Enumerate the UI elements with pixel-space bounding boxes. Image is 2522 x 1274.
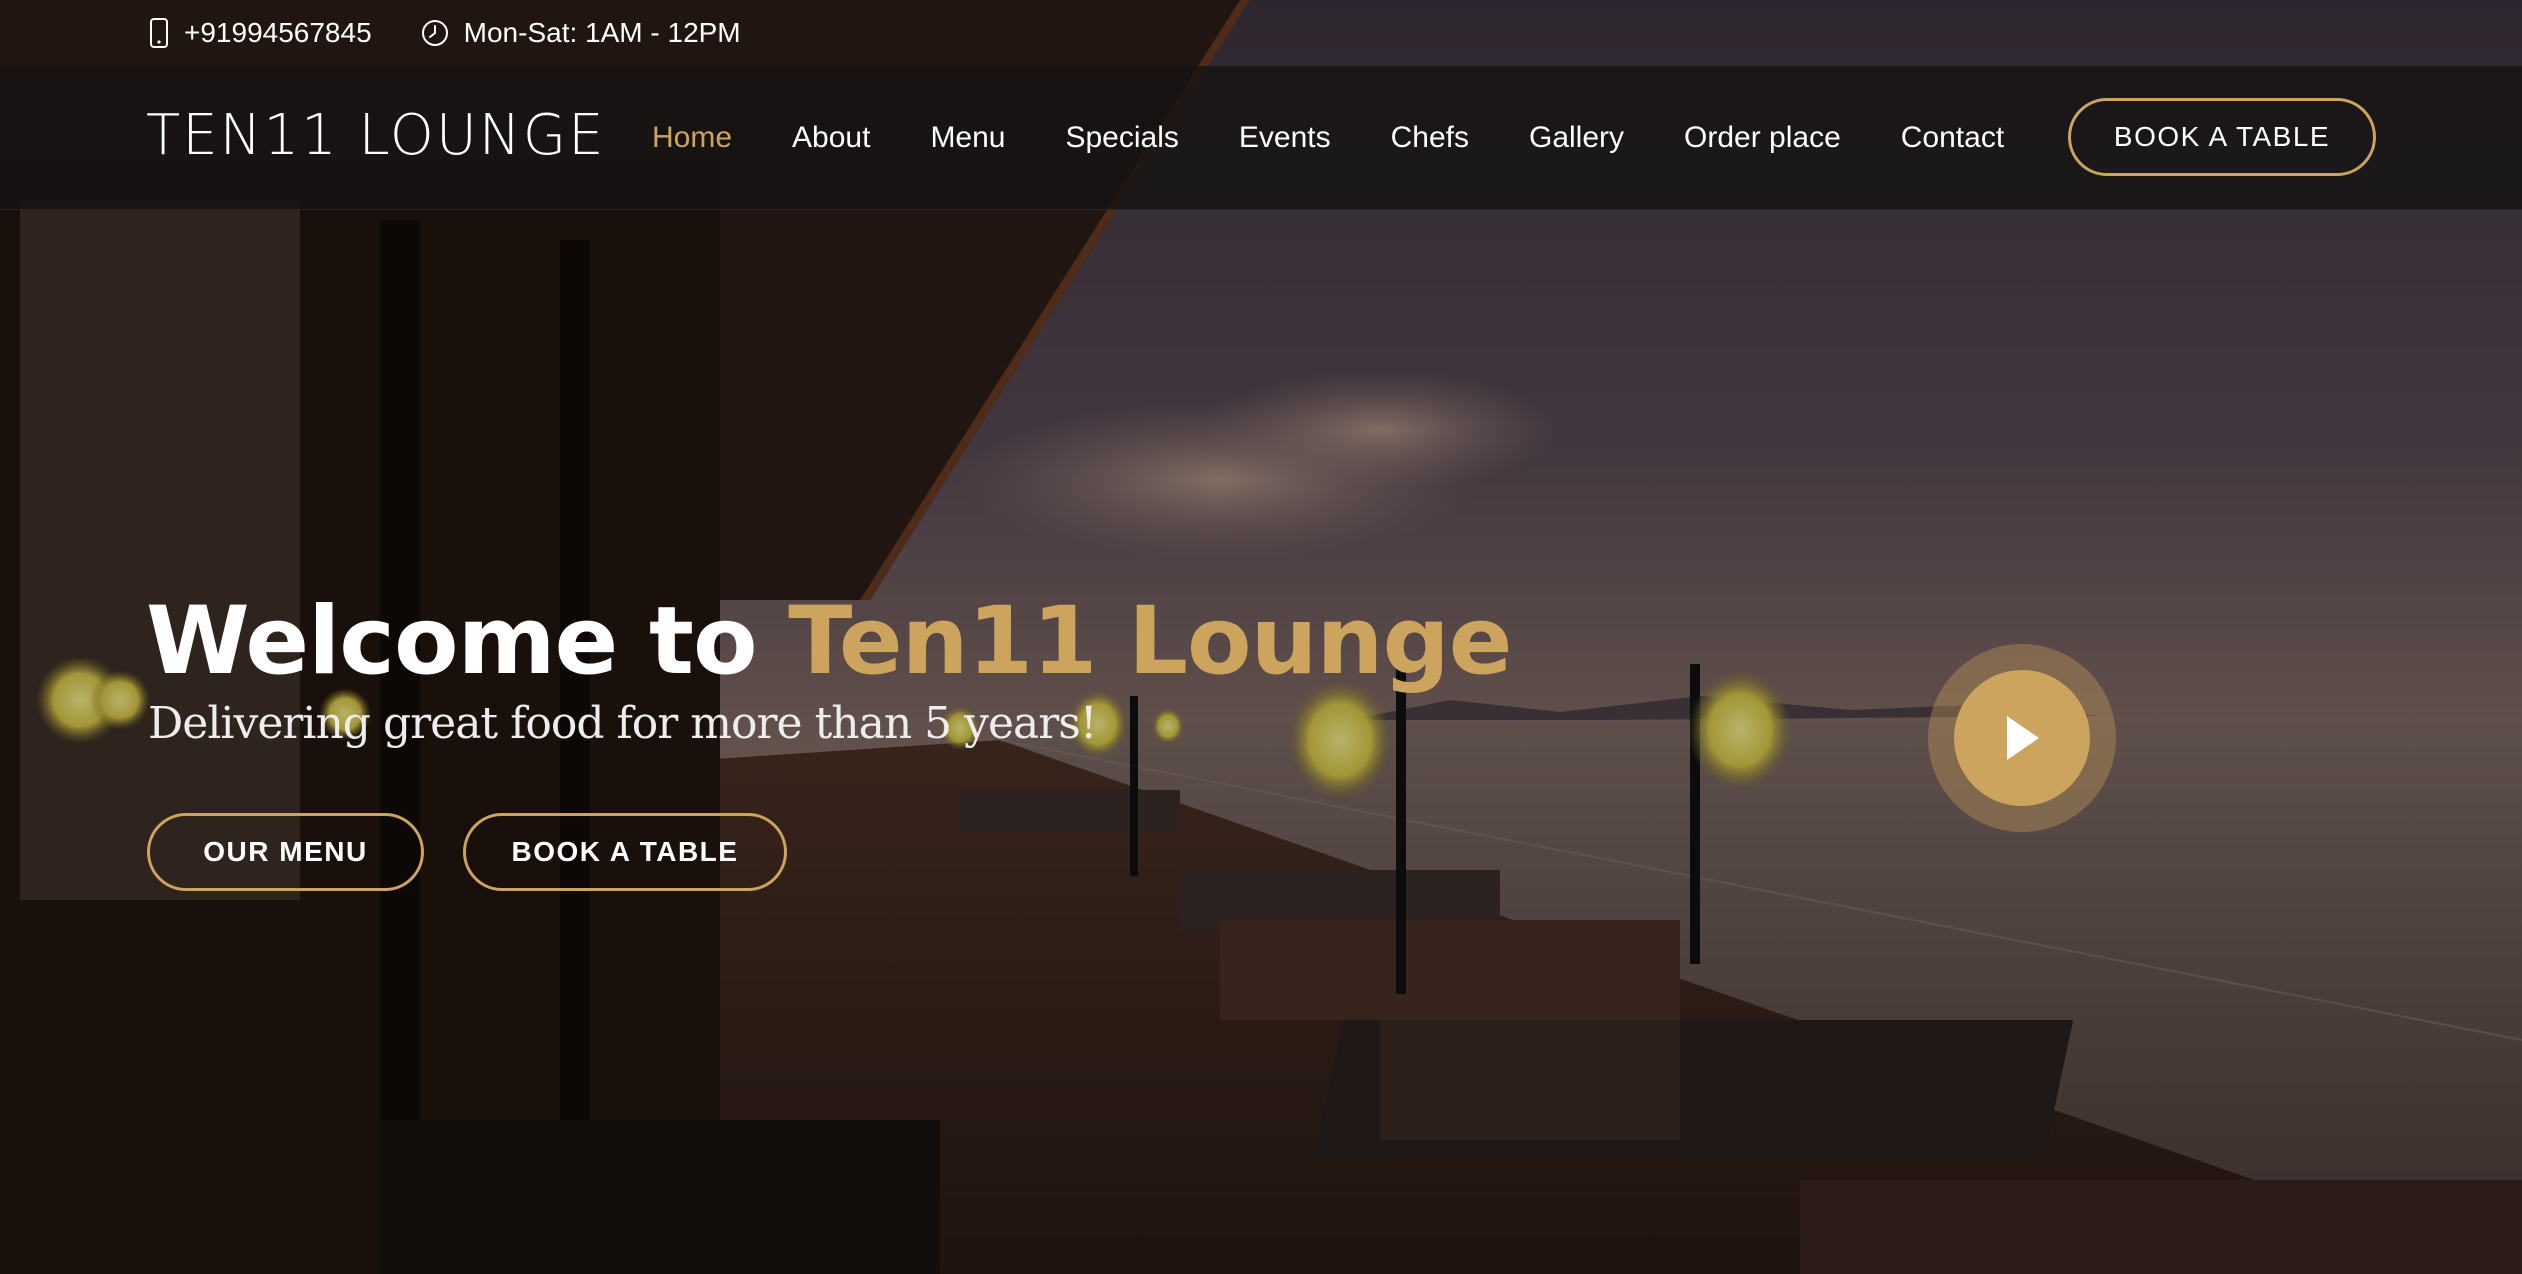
site-header: TEN11 LOUNGE Home About Menu Specials Ev… [0,66,2522,210]
main-nav: Home About Menu Specials Events Chefs Ga… [652,66,2064,210]
hero-subtitle: Delivering great food for more than 5 ye… [148,698,1098,749]
smartphone-icon [150,18,168,48]
clock-icon [421,20,448,46]
book-table-button-hero[interactable]: BOOK A TABLE [463,813,787,891]
nav-gallery[interactable]: Gallery [1529,121,1624,155]
nav-home[interactable]: Home [652,121,732,155]
nav-order-place[interactable]: Order place [1684,121,1841,155]
nav-specials[interactable]: Specials [1065,121,1178,155]
nav-events[interactable]: Events [1239,121,1331,155]
hero-title: Welcome to Ten11 Lounge [146,582,1512,702]
nav-contact[interactable]: Contact [1901,121,2004,155]
book-table-button-header[interactable]: BOOK A TABLE [2068,98,2376,176]
top-info-bar: +91994567845 Mon-Sat: 1AM - 12PM [0,0,2522,66]
play-button-inner [1954,670,2090,806]
site-logo[interactable]: TEN11 LOUNGE [146,104,605,168]
play-icon [2007,716,2039,760]
page: +91994567845 Mon-Sat: 1AM - 12PM TEN11 L… [0,0,2522,1274]
phone-info: +91994567845 [148,17,372,49]
hours-info: Mon-Sat: 1AM - 12PM [420,17,741,49]
phone-number: +91994567845 [184,17,372,48]
play-video-button[interactable] [1928,644,2116,832]
hero-title-prefix: Welcome to [146,587,789,696]
opening-hours: Mon-Sat: 1AM - 12PM [463,17,741,48]
nav-about[interactable]: About [792,121,870,155]
nav-menu[interactable]: Menu [930,121,1005,155]
nav-chefs[interactable]: Chefs [1391,121,1469,155]
hero-title-accent: Ten11 Lounge [788,587,1512,696]
our-menu-button[interactable]: OUR MENU [147,813,424,891]
